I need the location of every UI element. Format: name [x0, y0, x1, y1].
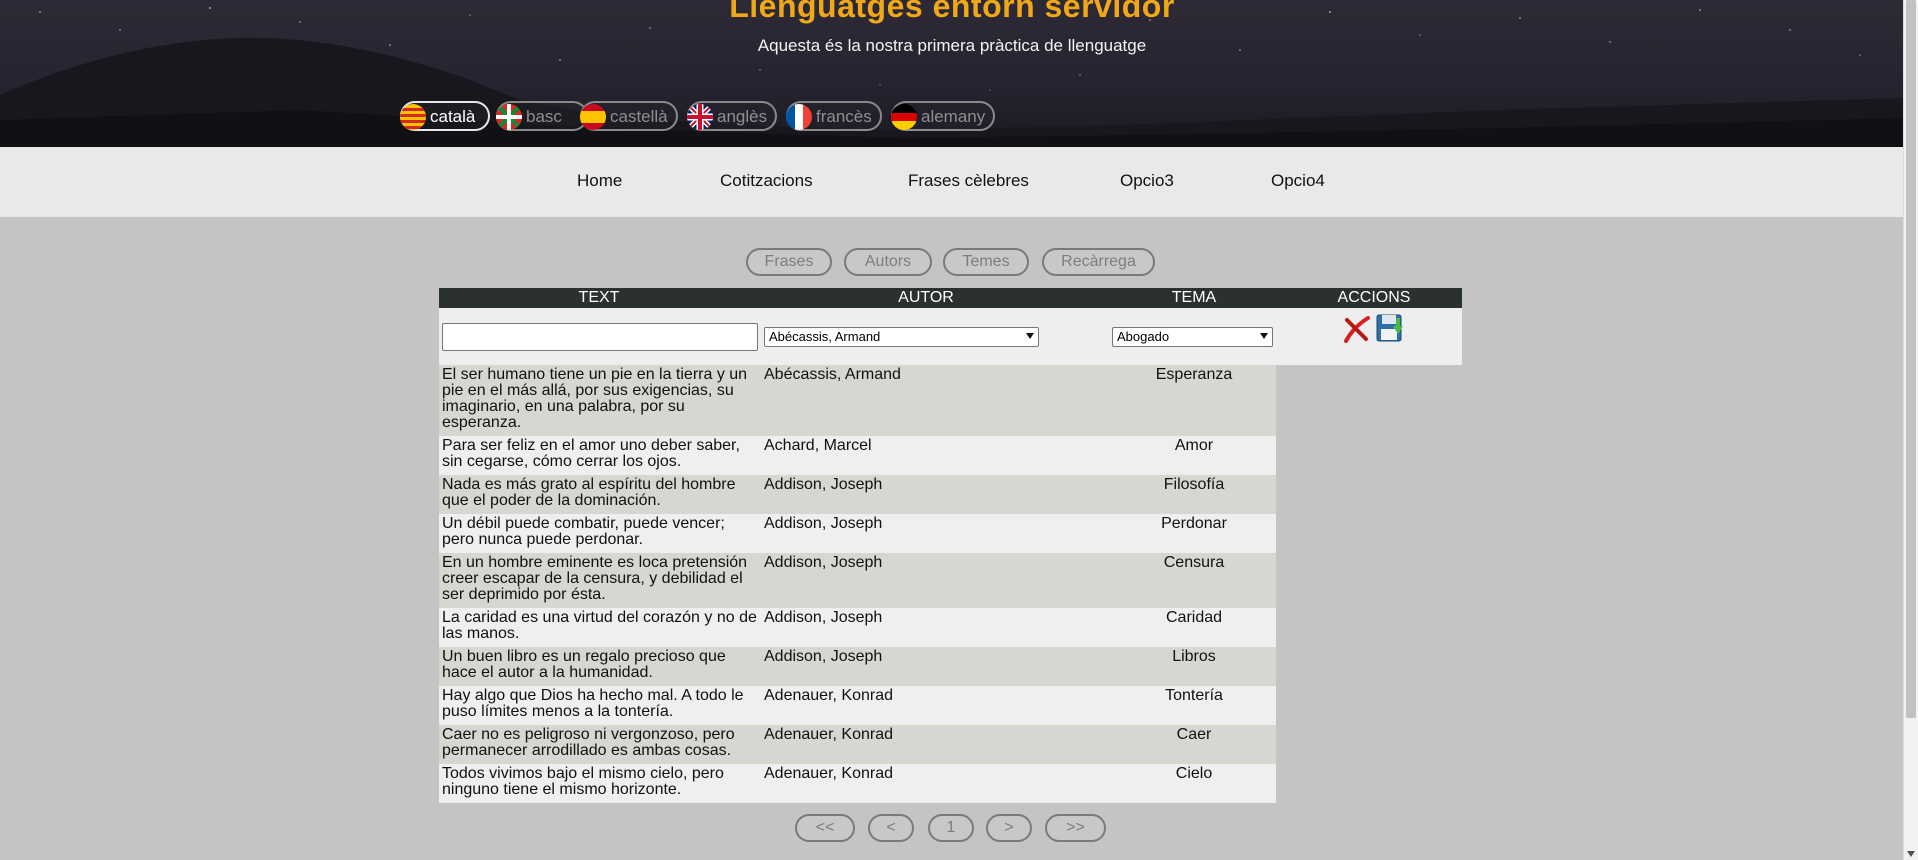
tema-select[interactable]: Abogado	[1112, 327, 1273, 347]
lang-button-angles[interactable]: anglès	[687, 101, 777, 131]
cell-text: Nada es más grato al espíritu del hombre…	[442, 476, 736, 509]
nav-item-opcio4[interactable]: Opcio4	[1271, 171, 1325, 191]
last-page-button[interactable]: >>	[1045, 814, 1106, 842]
cell-text: Caer no es peligroso ni vergonzoso, pero…	[442, 726, 735, 759]
spain-flag-icon	[580, 104, 606, 130]
cell-text: Un débil puede combatir, puede vencer; p…	[442, 515, 725, 548]
lang-label: alemany	[921, 107, 986, 126]
cell-text: Para ser feliz en el amor uno deber sabe…	[442, 437, 740, 470]
nav-item-home[interactable]: Home	[577, 171, 622, 191]
france-flag-icon	[786, 104, 812, 130]
germany-flag-icon	[891, 104, 917, 130]
cell-tema: Tontería	[1165, 687, 1223, 704]
lang-label: basc	[526, 107, 562, 126]
scrollbar-thumb[interactable]	[1906, 0, 1916, 718]
cell-autor: Abécassis, Armand	[764, 366, 901, 383]
cell-autor: Addison, Joseph	[764, 554, 883, 571]
cell-tema: Amor	[1174, 437, 1214, 454]
site-header: Llenguatges entorn servidor Aquesta és l…	[0, 0, 1904, 147]
cell-autor: Addison, Joseph	[764, 515, 883, 532]
cell-autor: Adenauer, Konrad	[764, 765, 893, 782]
phrases-table: El ser humano tiene un pie en la tierra …	[439, 365, 1276, 803]
cell-text: Hay algo que Dios ha hecho mal. A todo l…	[442, 687, 744, 720]
nav-item-opcio3[interactable]: Opcio3	[1120, 171, 1174, 191]
column-header-accions: ACCIONS	[1337, 289, 1411, 306]
cell-tema: Caridad	[1165, 609, 1223, 626]
delete-icon[interactable]	[1341, 314, 1371, 344]
cell-text: Todos vivimos bajo el mismo cielo, pero …	[442, 765, 724, 798]
basque-flag-icon	[496, 104, 522, 130]
catalonia-flag-icon	[400, 104, 426, 130]
cell-tema: Perdonar	[1161, 515, 1227, 532]
autor-select[interactable]: Abécassis, Armand	[764, 327, 1039, 347]
chevron-down-icon	[1026, 333, 1034, 339]
cell-tema: Filosofía	[1163, 476, 1225, 493]
lang-button-frances[interactable]: francès	[786, 101, 882, 131]
table-row: Un débil puede combatir, puede vencer; p…	[439, 514, 1276, 553]
table-row: Para ser feliz en el amor uno deber sabe…	[439, 436, 1276, 475]
table-row: El ser humano tiene un pie en la tierra …	[439, 365, 1276, 436]
autor-select-value: Abécassis, Armand	[769, 329, 881, 344]
lang-button-alemany[interactable]: alemany	[891, 101, 995, 131]
cell-tema: Cielo	[1175, 765, 1213, 782]
lang-label: castellà	[610, 107, 668, 126]
cell-tema: Libros	[1172, 648, 1216, 665]
column-header-text: TEXT	[578, 289, 620, 306]
lang-button-castella[interactable]: castellà	[580, 101, 678, 131]
cell-text: La caridad es una virtud del corazón y n…	[442, 609, 757, 642]
cell-autor: Addison, Joseph	[764, 609, 883, 626]
table-header: TEXT AUTOR TEMA ACCIONS	[439, 288, 1462, 308]
text-input[interactable]	[442, 323, 758, 351]
next-page-button[interactable]: >	[986, 814, 1032, 842]
lang-label: anglès	[717, 107, 768, 126]
cell-autor: Achard, Marcel	[764, 437, 872, 454]
nav-item-cotitzacions[interactable]: Cotitzacions	[720, 171, 813, 191]
current-page-indicator[interactable]: 1	[928, 814, 974, 842]
cell-tema: Censura	[1163, 554, 1225, 571]
table-row: Caer no es peligroso ni vergonzoso, pero…	[439, 725, 1276, 764]
lang-label: català	[430, 107, 476, 126]
cell-autor: Adenauer, Konrad	[764, 687, 893, 704]
autors-button[interactable]: Autors	[844, 248, 932, 276]
column-header-tema: TEMA	[1171, 289, 1217, 306]
table-row: La caridad es una virtud del corazón y n…	[439, 608, 1276, 647]
cell-tema: Caer	[1176, 726, 1212, 743]
prev-page-button[interactable]: <	[868, 814, 914, 842]
frases-button[interactable]: Frases	[746, 248, 832, 276]
table-row: Todos vivimos bajo el mismo cielo, pero …	[439, 764, 1276, 803]
first-page-button[interactable]: <<	[795, 814, 855, 842]
table-row: En un hombre eminente es loca pretensión…	[439, 553, 1276, 608]
cell-autor: Adenauer, Konrad	[764, 726, 893, 743]
cell-autor: Addison, Joseph	[764, 648, 883, 665]
table-row: Nada es más grato al espíritu del hombre…	[439, 475, 1276, 514]
chevron-down-icon	[1260, 333, 1268, 339]
table-row: Un buen libro es un regalo precioso que …	[439, 647, 1276, 686]
scroll-down-arrow-icon[interactable]	[1907, 851, 1915, 857]
uk-flag-icon	[687, 104, 713, 130]
site-subtitle: Aquesta és la nostra primera pràctica de…	[757, 36, 1147, 55]
new-phrase-row: Abécassis, Armand Abogado	[439, 308, 1462, 365]
cell-autor: Addison, Joseph	[764, 476, 883, 493]
cell-text: Un buen libro es un regalo precioso que …	[442, 648, 726, 681]
column-header-autor: AUTOR	[898, 289, 954, 306]
cell-text: El ser humano tiene un pie en la tierra …	[442, 366, 748, 431]
table-row: Hay algo que Dios ha hecho mal. A todo l…	[439, 686, 1276, 725]
main-navbar: Home Cotitzacions Frases cèlebres Opcio3…	[0, 147, 1904, 217]
cell-text: En un hombre eminente es loca pretensión…	[442, 554, 748, 603]
vertical-scrollbar[interactable]	[1903, 0, 1918, 860]
temes-button[interactable]: Temes	[943, 248, 1029, 276]
cell-tema: Esperanza	[1155, 366, 1233, 383]
save-icon[interactable]	[1375, 312, 1405, 344]
recarrega-button[interactable]: Recàrrega	[1042, 248, 1155, 276]
lang-label: francès	[816, 107, 872, 126]
site-title: Llenguatges entorn servidor	[729, 0, 1175, 24]
tema-select-value: Abogado	[1117, 329, 1170, 344]
lang-button-basc[interactable]: basc	[496, 101, 588, 131]
nav-item-frases-celebres[interactable]: Frases cèlebres	[908, 171, 1029, 191]
lang-button-catala[interactable]: català	[400, 101, 490, 131]
